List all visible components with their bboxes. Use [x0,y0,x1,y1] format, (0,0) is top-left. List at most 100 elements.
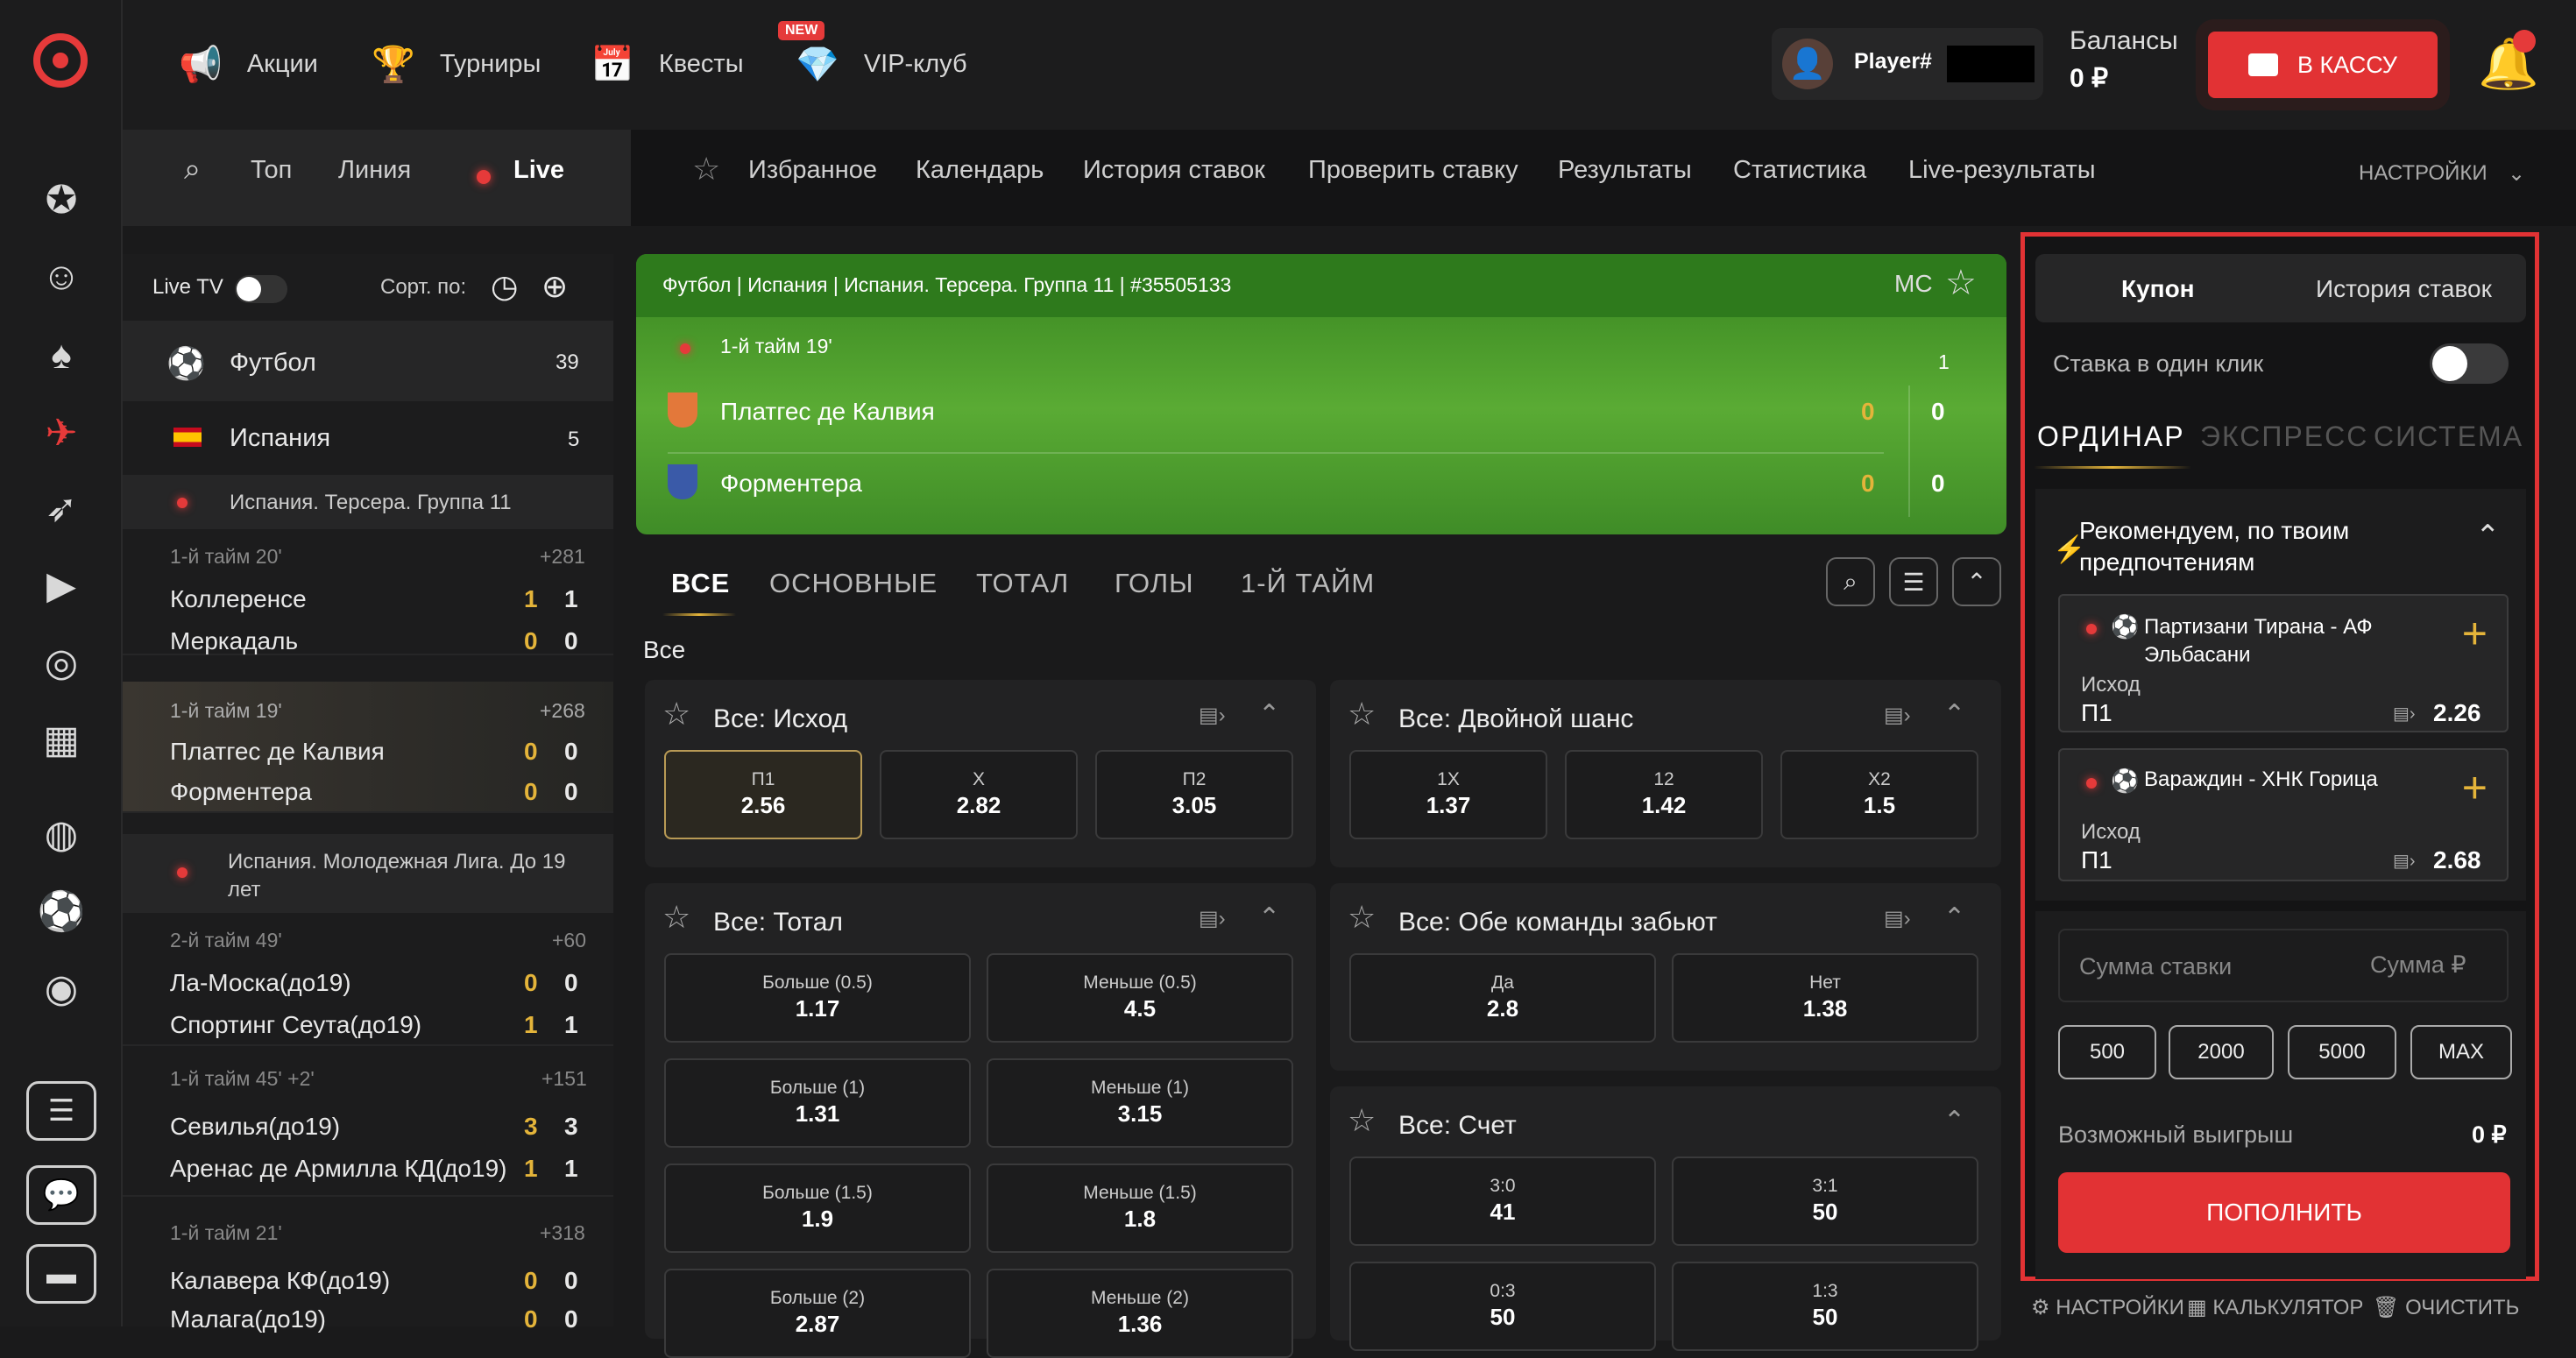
nav-favorites[interactable]: Избранное [748,156,877,185]
match-row[interactable]: 1-й тайм 20' +281 Коллеренсе 1 1 Меркада… [123,529,613,655]
chip-max[interactable]: MAX [2410,1025,2512,1079]
id-card-button[interactable]: ☰ [26,1081,96,1141]
dealer-icon[interactable]: ☺ [37,252,86,301]
cashier-button[interactable]: В КАССУ [2208,32,2438,98]
odd-button[interactable]: Больше (2) 2.87 [664,1269,971,1358]
logo-icon[interactable] [33,33,88,88]
odd-button[interactable]: 3:1 50 [1672,1156,1978,1246]
tab-all[interactable]: ВСЕ [671,568,730,599]
nav-quests[interactable]: 📅 Квесты [591,42,744,86]
settings-dropdown[interactable]: НАСТРОЙКИ [2359,161,2488,186]
chevron-up-icon[interactable]: ⌃ [1258,699,1280,730]
chat-button[interactable]: 💬 [26,1165,96,1225]
tab-total[interactable]: ТОТАЛ [976,568,1069,599]
star-icon[interactable]: ☆ [1945,263,1977,303]
match-row-selected[interactable]: 1-й тайм 19' +268 Платгес де Калвия 0 0 … [123,682,613,813]
odd-button[interactable]: Меньше (1) 3.15 [987,1058,1293,1148]
mode-live[interactable]: Live [513,156,564,185]
type-express[interactable]: ЭКСПРЕСС [2200,421,2368,453]
chevron-up-icon[interactable]: ⌃ [2475,519,2501,554]
odd-button[interactable]: 12 1.42 [1565,750,1763,839]
mode-top[interactable]: Топ [251,156,292,185]
stats-icon[interactable]: ▤› [1199,906,1226,931]
footer-calculator[interactable]: ▦ КАЛЬКУЛЯТОР [2187,1295,2363,1320]
odd-button[interactable]: Меньше (2) 1.36 [987,1269,1293,1358]
balance-label[interactable]: Балансы [2070,26,2178,56]
chevron-up-icon[interactable]: ⌃ [1943,1106,1965,1136]
nav-vip[interactable]: 💎 VIP-клуб [796,42,967,86]
nav-tournaments[interactable]: 🏆 Турниры [372,42,541,86]
match-row[interactable]: 1-й тайм 21' +318 Калавера КФ(до19) 0 0 … [123,1197,613,1333]
odd-button[interactable]: Больше (0.5) 1.17 [664,953,971,1043]
tv-play-icon[interactable]: ▶ [37,561,86,610]
chevron-up-icon[interactable]: ⌃ [1258,902,1280,933]
odd-button[interactable]: Да 2.8 [1349,953,1656,1043]
tab-goals[interactable]: ГОЛЫ [1115,568,1194,599]
roulette-icon[interactable]: ◎ [37,638,86,687]
chevron-down-icon[interactable]: ⌄ [2508,161,2525,187]
sport-row[interactable]: ⚽ Футбол 39 [123,322,613,401]
collapse-all-icon[interactable]: ⌃ [1952,557,2001,606]
nav-promos[interactable]: 📢 Акции [179,42,318,86]
star-icon[interactable]: ☆ [692,151,720,187]
tab-coupon[interactable]: Купон [2121,275,2195,303]
chevron-up-icon[interactable]: ⌃ [1943,902,1965,933]
rec-card[interactable]: ⚽ Партизани Тирана - АФ Эльбасани + Исхо… [2058,594,2509,732]
nav-stats[interactable]: Статистика [1733,156,1866,185]
one-click-toggle[interactable] [2430,343,2509,384]
nav-live-results[interactable]: Live-результаты [1908,156,2096,185]
football-icon[interactable]: ⚽ [37,887,86,936]
chip-2000[interactable]: 2000 [2169,1025,2274,1079]
nav-calendar[interactable]: Календарь [916,156,1044,185]
wallet-button[interactable]: ▬ [26,1244,96,1304]
poker-chip-icon[interactable]: ✪ [37,175,86,224]
basketball-icon[interactable]: ◍ [37,810,86,859]
league-row-2[interactable]: Испания. Молодежная Лига. До 19 лет [123,834,613,913]
rec-card[interactable]: ⚽ Вараждин - ХНК Горица + Исход П1 ▤› 2.… [2058,748,2509,881]
star-icon[interactable]: ☆ [662,696,690,732]
odd-button[interactable]: П2 3.05 [1095,750,1293,839]
stake-input[interactable]: Сумма ставки Сумма ₽ [2058,929,2509,1002]
odd-button[interactable]: П1 2.56 [664,750,862,839]
odd-button[interactable]: 1:3 50 [1672,1262,1978,1351]
stats-icon[interactable]: ▤› [1199,703,1226,728]
nav-results[interactable]: Результаты [1558,156,1692,185]
deposit-button[interactable]: ПОПОЛНИТЬ [2058,1172,2510,1253]
globe-icon[interactable]: ⊕ [541,268,568,305]
odd-button[interactable]: 0:3 50 [1349,1262,1656,1351]
search-icon[interactable]: ⌕ [184,152,201,187]
livetv-toggle[interactable] [235,275,287,303]
odd-button[interactable]: 3:0 41 [1349,1156,1656,1246]
odd-button[interactable]: X2 1.5 [1780,750,1978,839]
tab-main[interactable]: ОСНОВНЫЕ [769,568,938,599]
mc-label[interactable]: МС [1894,270,1933,298]
type-single[interactable]: ОРДИНАР [2037,421,2185,453]
tab-bet-history[interactable]: История ставок [2316,275,2492,303]
match-row[interactable]: 1-й тайм 45' +2' +151 Севилья(до19) 3 3 … [123,1046,613,1197]
stats-icon[interactable]: ▤› [1884,906,1911,931]
cards-new-icon[interactable]: ♠ [37,331,86,380]
chip-5000[interactable]: 5000 [2288,1025,2396,1079]
list-icon[interactable]: ☰ [1889,557,1938,606]
mode-line[interactable]: Линия [338,156,411,185]
star-icon[interactable]: ☆ [662,899,690,936]
type-system[interactable]: СИСТЕМА [2374,421,2523,453]
search-icon[interactable]: ⌕ [1826,557,1875,606]
star-icon[interactable]: ☆ [1348,696,1376,732]
odd-button[interactable]: X 2.82 [880,750,1078,839]
footer-settings[interactable]: ⚙ НАСТРОЙКИ [2031,1295,2184,1320]
tab-first-half[interactable]: 1-Й ТАЙМ [1241,568,1375,599]
match-row[interactable]: 2-й тайм 49' +60 Ла-Моска(до19) 0 0 Спор… [123,913,613,1046]
bingo-icon[interactable]: ▦ [37,715,86,764]
chip-500[interactable]: 500 [2058,1025,2156,1079]
balance-value[interactable]: 0 ₽ [2070,63,2108,94]
clock-icon[interactable]: ◷ [491,268,518,305]
stats-icon[interactable]: ▤› [1884,703,1911,728]
odd-button[interactable]: Больше (1.5) 1.9 [664,1163,971,1253]
footer-clear[interactable]: 🗑 ОЧИСТИТЬ [2373,1295,2519,1320]
player-profile[interactable]: 👤 Player# [1772,28,2043,100]
target-icon[interactable]: ◉ [37,964,86,1013]
league-row-1[interactable]: Испания. Терсера. Группа 11 [123,477,613,529]
odd-button[interactable]: Меньше (1.5) 1.8 [987,1163,1293,1253]
add-icon[interactable]: + [2462,762,2488,813]
